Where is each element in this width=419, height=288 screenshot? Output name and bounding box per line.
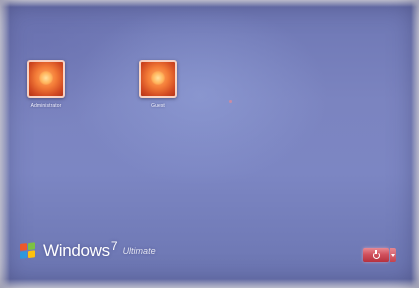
photo-edge xyxy=(0,279,419,288)
cursor-dot xyxy=(229,100,232,103)
flower-icon xyxy=(151,71,165,85)
windows-flag-icon xyxy=(20,241,37,261)
user-picture[interactable] xyxy=(139,60,177,98)
user-name-label: Guest xyxy=(151,103,165,109)
logon-screen: Administrator Guest Windows 7 Ultimate xyxy=(0,0,419,288)
photo-edge xyxy=(411,0,419,288)
user-tile-guest[interactable]: Guest xyxy=(126,60,190,109)
user-name-label: Administrator xyxy=(30,103,62,109)
chevron-down-icon xyxy=(391,253,395,257)
shutdown-button[interactable] xyxy=(363,248,389,262)
photo-edge xyxy=(0,0,10,288)
user-picture[interactable] xyxy=(27,60,65,98)
windows-branding: Windows 7 Ultimate xyxy=(20,239,156,263)
shutdown-options-button[interactable] xyxy=(390,248,396,262)
power-icon xyxy=(372,250,380,259)
brand-name: Windows xyxy=(43,241,110,260)
flower-icon xyxy=(39,71,53,85)
brand-edition: Ultimate xyxy=(122,246,156,256)
photo-edge xyxy=(0,0,419,7)
brand-version: 7 xyxy=(110,239,118,253)
user-tile-administrator[interactable]: Administrator xyxy=(14,60,78,109)
